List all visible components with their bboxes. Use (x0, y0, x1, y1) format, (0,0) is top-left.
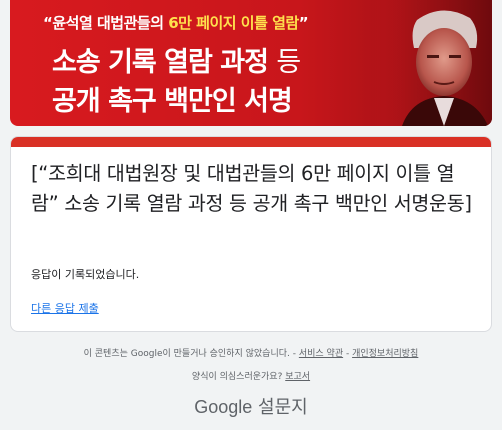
page: “윤석열 대법관들의 6만 페이지 이틀 열람” 소송 기록 열람 과정 등 공… (0, 0, 502, 430)
banner-line-3: 공개 촉구 백만인 서명 (52, 86, 293, 117)
form-title: [“조희대 대법원장 및 대법관들의 6만 페이지 이틀 열람” 소송 기록 열… (31, 162, 472, 215)
header-banner: “윤석열 대법관들의 6만 페이지 이틀 열람” 소송 기록 열람 과정 등 공… (10, 0, 492, 126)
google-wordmark: Google (194, 397, 253, 417)
banner-quote-highlight: 6만 페이지 이틀 열람 (168, 14, 299, 32)
footer-separator: - (343, 349, 353, 359)
banner-line-2-suffix: 등 (276, 47, 301, 78)
suspicious-form-text: 양식이 의심스러운가요? (191, 372, 286, 382)
banner-quote-mid: 들의 (136, 14, 169, 32)
response-recorded-message: 응답이 기록되었습니다. (31, 268, 140, 281)
report-link[interactable]: 보고서 (285, 372, 310, 382)
banner-quote-close: ” (298, 14, 309, 32)
banner-quote-open: “ (43, 14, 53, 32)
footer-report: 양식이 의심스러운가요? 보고서 (0, 369, 502, 382)
banner-quote-name: 윤석열 대법관 (52, 14, 137, 32)
forms-wordmark: 설문지 (252, 397, 308, 418)
card-accent-bar (11, 137, 491, 147)
google-forms-logo[interactable]: Google 설문지 (0, 393, 502, 419)
footer-disclaimer-text: 이 콘텐츠는 Google이 만들거나 승인하지 않았습니다. - (83, 349, 299, 359)
banner-portrait-image (372, 0, 492, 126)
banner-line-2-main: 소송 기록 열람 과정 (52, 47, 277, 78)
banner-line-2: 소송 기록 열람 과정 등 (52, 40, 301, 79)
footer-disclaimer: 이 콘텐츠는 Google이 만들거나 승인하지 않았습니다. - 서비스 약관… (0, 346, 502, 359)
submit-another-response-link[interactable]: 다른 응답 제출 (31, 300, 99, 316)
privacy-policy-link[interactable]: 개인정보처리방침 (352, 349, 418, 359)
response-card: [“조희대 대법원장 및 대법관들의 6만 페이지 이틀 열람” 소송 기록 열… (10, 136, 492, 332)
terms-of-service-link[interactable]: 서비스 약관 (299, 349, 343, 359)
banner-quote: “윤석열 대법관들의 6만 페이지 이틀 열람” (43, 12, 309, 33)
